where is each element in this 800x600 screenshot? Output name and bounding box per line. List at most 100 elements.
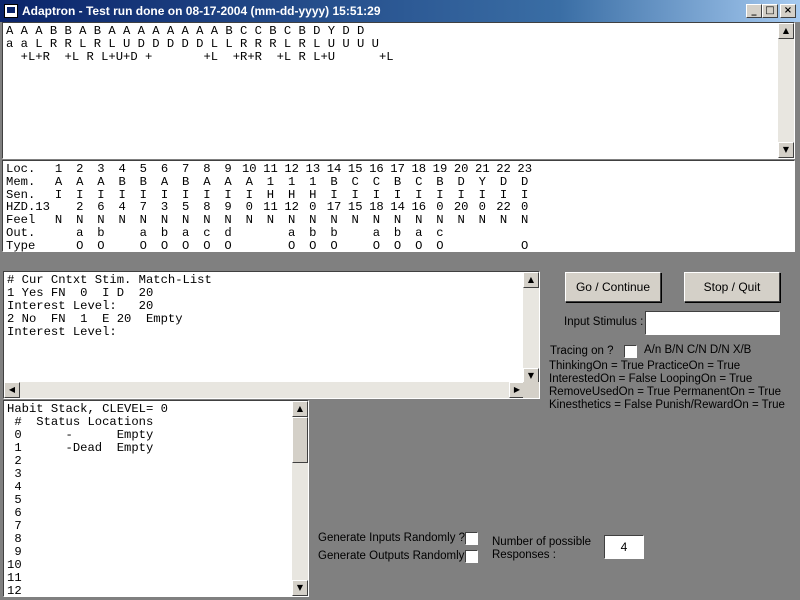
habit-lines: Habit Stack, CLEVEL= 0 # Status Location…: [7, 403, 168, 598]
memory-cell: d: [224, 225, 232, 240]
habit-line: 4: [7, 480, 22, 494]
scroll-up-icon[interactable]: ▲: [778, 23, 794, 39]
memory-cell: B: [330, 174, 338, 189]
memory-cell: 9: [224, 162, 232, 176]
memory-cell: O: [393, 238, 402, 253]
context-match-panel[interactable]: # Cur Cntxt Stim. Match-List 1 Yes FN 0 I…: [3, 271, 540, 399]
memory-cell: c: [436, 225, 444, 240]
memory-cell: 11: [263, 162, 278, 176]
scroll-up-icon[interactable]: ▲: [523, 272, 539, 288]
memory-cell: 15: [347, 162, 363, 176]
close-button[interactable]: ×: [780, 4, 796, 18]
scroll-thumb[interactable]: [292, 417, 308, 463]
maximize-button[interactable]: □: [762, 4, 778, 18]
sequence-text-area[interactable]: A A A B B A B A A A A A A A A B C C B C …: [2, 22, 795, 159]
status-line-kinesthetics: Kinesthetics = False Punish/RewardOn = T…: [549, 399, 785, 411]
context-lines: # Cur Cntxt Stim. Match-List 1 Yes FN 0 I…: [7, 274, 212, 339]
memory-cell: a: [287, 225, 296, 240]
memory-cell: N: [351, 213, 359, 228]
stop-quit-button[interactable]: Stop / Quit: [684, 272, 780, 302]
memory-cell: 22: [496, 162, 511, 176]
memory-cell: O: [97, 238, 105, 253]
memory-cell: a: [139, 225, 147, 240]
memory-cell: [451, 240, 472, 253]
minimize-button[interactable]: _: [746, 4, 762, 18]
go-continue-button[interactable]: Go / Continue: [565, 272, 661, 302]
scroll-down-icon[interactable]: ▼: [778, 142, 794, 158]
memory-row-label: Type: [6, 238, 36, 253]
app-icon: [4, 4, 18, 18]
memory-cell: B: [436, 174, 444, 189]
gen-inputs-label: Generate Inputs Randomly ?: [318, 532, 466, 544]
memory-cell: N: [245, 213, 253, 228]
memory-cell: A: [76, 174, 84, 189]
gen-outputs-checkbox[interactable]: [465, 550, 478, 563]
memory-cell: 12: [284, 162, 299, 176]
memory-row-label: Out.: [6, 225, 36, 240]
memory-cell: 19: [432, 162, 448, 176]
tracing-label: Tracing on ?: [550, 345, 614, 357]
memory-row-label: Mem.: [6, 174, 36, 189]
memory-cell: 14: [326, 162, 342, 176]
habit-scrollbar[interactable]: ▲ ▼: [292, 401, 308, 596]
habit-line: 7: [7, 519, 22, 533]
memory-cell: D: [521, 174, 529, 189]
gen-inputs-checkbox[interactable]: [465, 532, 478, 545]
memory-cell: N: [266, 213, 275, 228]
memory-cell: 10: [241, 162, 257, 176]
memory-cell: b: [330, 225, 338, 240]
memory-cell: N: [521, 213, 529, 228]
memory-cell: a: [372, 225, 381, 240]
memory-cell: [493, 240, 514, 253]
scroll-up-icon[interactable]: ▲: [292, 401, 308, 417]
memory-cell: [345, 227, 366, 240]
status-line-removeused: RemoveUsedOn = True PermanentOn = True: [549, 386, 782, 398]
memory-cell: A: [160, 174, 169, 189]
memory-cell: 4: [118, 162, 126, 176]
memory-cell: [112, 227, 133, 240]
memory-cell: B: [182, 174, 190, 189]
memory-cell: A: [245, 174, 253, 189]
memory-cell: 1: [309, 174, 317, 189]
responses-count-field[interactable]: [604, 535, 644, 559]
memory-cell: O: [287, 238, 296, 253]
scroll-down-icon[interactable]: ▼: [292, 580, 308, 596]
status-line-interested: InterestedOn = False LoopingOn = True: [549, 373, 753, 385]
memory-cell: C: [415, 174, 423, 189]
memory-cell: [48, 240, 69, 253]
habit-line: 8: [7, 532, 22, 546]
memory-cell: 13: [305, 162, 321, 176]
tracing-checkbox[interactable]: [624, 345, 637, 358]
scroll-left-icon[interactable]: ◀: [4, 382, 20, 398]
memory-cell: D: [499, 174, 508, 189]
memory-table: Loc. 1 2 3 4 5 6 7 8 9 10 11 12 13 14 15 16 17 18 19 20 21 22 2…: [2, 160, 795, 252]
memory-cell: [514, 227, 535, 240]
memory-cell: Y: [478, 174, 486, 189]
memory-cell: b: [160, 225, 169, 240]
memory-cell: b: [97, 225, 105, 240]
memory-cell: c: [203, 225, 211, 240]
memory-cell: O: [139, 238, 147, 253]
memory-cell: O: [203, 238, 211, 253]
memory-cell: a: [182, 225, 190, 240]
context-hscrollbar[interactable]: ◀ ▶: [4, 382, 525, 398]
title-bar[interactable]: Adaptron - Test run done on 08-17-2004 (…: [0, 0, 800, 22]
memory-cell: 20: [453, 162, 469, 176]
habit-line: 1 -Dead Empty: [7, 441, 154, 455]
habit-line: 6: [7, 506, 22, 520]
memory-cell: O: [372, 238, 381, 253]
memory-cell: 21: [475, 162, 490, 176]
memory-row: Loc. 1 2 3 4 5 6 7 8 9 10 11 12 13 14 15 16 17 18 19 20 21 22 2…: [6, 163, 535, 176]
context-vscrollbar[interactable]: ▲ ▼: [523, 272, 539, 384]
sequence-scrollbar[interactable]: ▲ ▼: [778, 23, 794, 158]
habit-line: 2: [7, 454, 22, 468]
memory-cell: A: [224, 174, 232, 189]
memory-cell: [260, 240, 281, 253]
memory-cell: D: [457, 174, 465, 189]
input-stimulus-field[interactable]: [645, 311, 780, 335]
scroll-corner: [523, 382, 539, 398]
habit-stack-panel[interactable]: Habit Stack, CLEVEL= 0 # Status Location…: [3, 400, 309, 598]
memory-cell: A: [203, 174, 211, 189]
memory-cell: [472, 240, 493, 253]
memory-cell: [345, 240, 366, 253]
